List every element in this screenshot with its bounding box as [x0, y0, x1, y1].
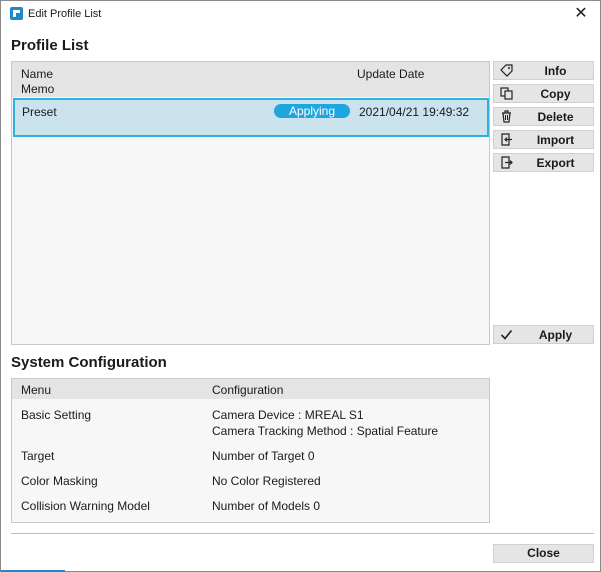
- system-configuration-header: Menu Configuration: [12, 379, 489, 399]
- import-button[interactable]: Import: [493, 130, 594, 149]
- column-header-memo: Memo: [21, 82, 55, 96]
- config-menu-basic-setting: Basic Setting: [21, 408, 92, 422]
- delete-button[interactable]: Delete: [493, 107, 594, 126]
- delete-button-label: Delete: [537, 110, 574, 124]
- export-button-label: Export: [536, 156, 575, 170]
- import-icon: [500, 133, 513, 146]
- window-title: Edit Profile List: [28, 8, 102, 20]
- profile-list-header: Name Memo Update Date: [12, 62, 489, 97]
- config-menu-color-masking: Color Masking: [21, 474, 98, 488]
- export-icon: [500, 156, 513, 169]
- column-header-configuration: Configuration: [212, 383, 284, 397]
- title-bar: Edit Profile List ✕: [1, 1, 600, 27]
- tag-icon: [500, 64, 513, 77]
- app-logo-icon: [10, 7, 23, 20]
- column-header-menu: Menu: [21, 383, 52, 397]
- copy-button[interactable]: Copy: [493, 84, 594, 103]
- copy-button-label: Copy: [540, 87, 571, 101]
- checkmark-icon: [500, 328, 513, 341]
- info-button[interactable]: Info: [493, 61, 594, 80]
- apply-button-label: Apply: [538, 328, 573, 342]
- profile-row-selected[interactable]: Preset Applying 2021/04/21 19:49:32: [13, 98, 489, 137]
- config-menu-target: Target: [21, 449, 55, 463]
- profile-list-title: Profile List: [11, 37, 89, 54]
- config-value-collision-warning-model: Number of Models 0: [212, 499, 321, 513]
- apply-button[interactable]: Apply: [493, 325, 594, 344]
- import-button-label: Import: [536, 133, 575, 147]
- trash-icon: [500, 110, 513, 123]
- config-menu-collision-warning-model: Collision Warning Model: [21, 499, 150, 513]
- status-badge: Applying: [274, 104, 350, 118]
- profile-list-panel[interactable]: Name Memo Update Date Preset Applying 20…: [11, 61, 490, 345]
- config-value-camera-tracking-method: Camera Tracking Method : Spatial Feature: [212, 424, 439, 438]
- export-button[interactable]: Export: [493, 153, 594, 172]
- system-configuration-title: System Configuration: [11, 354, 167, 371]
- info-button-label: Info: [544, 64, 567, 78]
- system-configuration-panel: Menu Configuration Basic Setting Camera …: [11, 378, 490, 523]
- footer-divider: [11, 533, 594, 534]
- config-value-target: Number of Target 0: [212, 449, 315, 463]
- copy-icon: [500, 87, 513, 100]
- window-close-button[interactable]: ✕: [568, 2, 594, 26]
- close-button[interactable]: Close: [493, 544, 594, 563]
- column-header-update-date: Update Date: [357, 67, 425, 81]
- profile-update-date: 2021/04/21 19:49:32: [359, 105, 470, 119]
- profile-name: Preset: [22, 105, 57, 119]
- edit-profile-list-dialog: Edit Profile List ✕ Profile List Name Me…: [0, 0, 601, 572]
- config-value-camera-device: Camera Device : MREAL S1: [212, 408, 364, 422]
- column-header-name: Name: [21, 67, 54, 81]
- config-value-color-masking: No Color Registered: [212, 474, 321, 488]
